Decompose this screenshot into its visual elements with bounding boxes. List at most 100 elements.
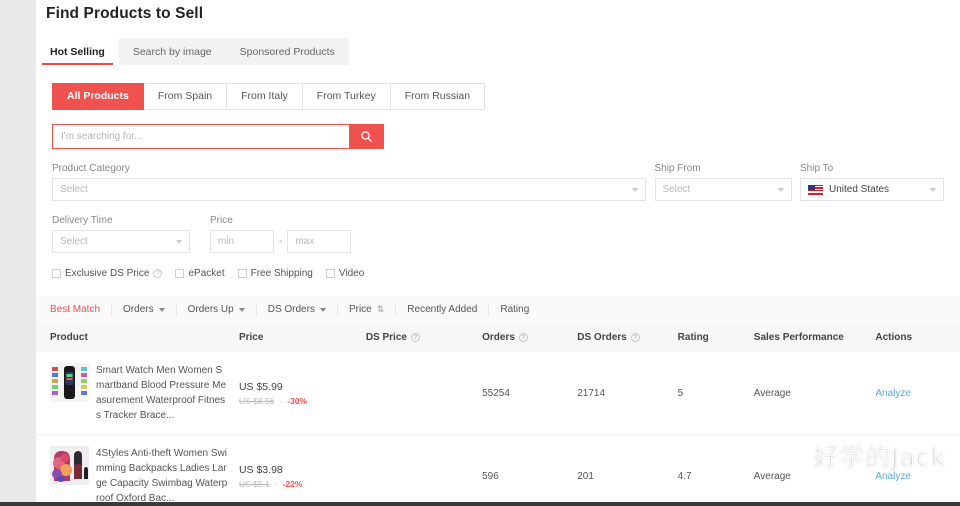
filter-checkbox-group: Exclusive DS Price ? ePacket Free Shippi… bbox=[52, 268, 944, 279]
table-row[interactable]: 4Styles Anti-theft Women Swimming Backpa… bbox=[36, 435, 960, 506]
price-dash: - bbox=[279, 396, 282, 406]
sort-orders-up-label: Orders Up bbox=[188, 304, 234, 315]
column-header-sales-performance: Sales Performance bbox=[754, 323, 876, 352]
sort-orders-label: Orders bbox=[123, 304, 154, 315]
sort-rating-label: Rating bbox=[500, 304, 529, 315]
product-title[interactable]: 4Styles Anti-theft Women Swimming Backpa… bbox=[96, 446, 228, 506]
cell-price: US $5.99 US $8.56 - -30% bbox=[239, 352, 366, 435]
info-icon[interactable]: ? bbox=[411, 333, 420, 342]
search-input-wrapper[interactable] bbox=[52, 124, 349, 149]
cell-sales-performance: Average bbox=[754, 352, 876, 435]
tab-hot-selling-label: Hot Selling bbox=[50, 46, 105, 58]
checkbox-video[interactable]: Video bbox=[326, 268, 364, 279]
checkbox-box[interactable] bbox=[238, 269, 247, 278]
country-segment-group: All Products From Spain From Italy From … bbox=[52, 83, 944, 110]
column-header-orders: Orders ? bbox=[482, 323, 577, 352]
cell-rating: 5 bbox=[678, 352, 754, 435]
filter-panel: All Products From Spain From Italy From … bbox=[36, 83, 960, 279]
sort-bar: Best Match Orders Orders Up DS Orders Pr… bbox=[36, 296, 960, 323]
analyze-link[interactable]: Analyze bbox=[875, 471, 911, 482]
price-dash: - bbox=[275, 479, 278, 489]
table-header-row: Product Price DS Price ? Orders bbox=[36, 323, 960, 352]
sort-rating[interactable]: Rating bbox=[489, 303, 540, 316]
segment-from-spain[interactable]: From Spain bbox=[144, 83, 227, 110]
checkbox-box[interactable] bbox=[52, 269, 61, 278]
product-category-select[interactable]: Select bbox=[52, 178, 646, 201]
cell-price: US $3.98 US $5.1 - -22% bbox=[239, 435, 366, 506]
price-max-input[interactable] bbox=[287, 230, 351, 253]
tab-sponsored-products[interactable]: Sponsored Products bbox=[226, 38, 349, 65]
sort-orders-up[interactable]: Orders Up bbox=[177, 303, 257, 316]
table-row[interactable]: Smart Watch Men Women Smartband Blood Pr… bbox=[36, 352, 960, 435]
sort-best-match[interactable]: Best Match bbox=[50, 303, 112, 316]
sort-recently-added[interactable]: Recently Added bbox=[396, 303, 489, 316]
checkbox-exclusive-ds-price[interactable]: Exclusive DS Price ? bbox=[52, 268, 162, 279]
smartwatch-thumbnail[interactable] bbox=[50, 363, 89, 402]
search-icon bbox=[360, 130, 373, 143]
sort-ds-orders[interactable]: DS Orders bbox=[257, 303, 338, 316]
sort-updown-icon: ⇅ bbox=[377, 304, 385, 315]
tab-bar-filler bbox=[349, 38, 960, 65]
segment-from-russian[interactable]: From Russian bbox=[391, 83, 485, 110]
analyze-link[interactable]: Analyze bbox=[875, 388, 911, 399]
checkbox-epacket[interactable]: ePacket bbox=[175, 268, 224, 279]
cell-orders: 55254 bbox=[482, 352, 577, 435]
search-input[interactable] bbox=[61, 131, 341, 142]
sort-price[interactable]: Price ⇅ bbox=[338, 303, 396, 316]
filter-row-primary: Product Category Select Ship From Select bbox=[52, 163, 944, 201]
search-button[interactable] bbox=[349, 124, 384, 149]
cell-ds-orders: 21714 bbox=[577, 352, 677, 435]
ship-to-select[interactable]: United States bbox=[800, 178, 944, 201]
sort-ds-orders-label: DS Orders bbox=[268, 304, 315, 315]
checkbox-box[interactable] bbox=[175, 269, 184, 278]
screenshot-root: Find Products to Sell Hot Selling Search… bbox=[0, 0, 960, 506]
column-header-product: Product bbox=[36, 323, 239, 352]
segment-all-products[interactable]: All Products bbox=[52, 83, 144, 110]
segment-from-turkey[interactable]: From Turkey bbox=[303, 83, 391, 110]
segment-from-italy-label: From Italy bbox=[241, 90, 288, 102]
tab-bar: Hot Selling Search by image Sponsored Pr… bbox=[36, 38, 960, 65]
product-original-price: US $5.1 bbox=[239, 479, 270, 489]
checkbox-free-shipping[interactable]: Free Shipping bbox=[238, 268, 313, 279]
product-original-price: US $8.56 bbox=[239, 396, 274, 406]
price-label: Price bbox=[210, 215, 351, 226]
segment-all-products-label: All Products bbox=[67, 90, 129, 102]
column-header-actions: Actions bbox=[875, 323, 960, 352]
info-icon[interactable]: ? bbox=[631, 333, 640, 342]
tab-hot-selling[interactable]: Hot Selling bbox=[36, 38, 119, 65]
cell-rating: 4.7 bbox=[678, 435, 754, 506]
chevron-down-icon bbox=[778, 188, 784, 192]
chevron-down-icon bbox=[632, 188, 638, 192]
checkbox-epacket-label: ePacket bbox=[188, 268, 224, 279]
ship-from-value: Select bbox=[663, 184, 691, 195]
backpack-thumbnail-image bbox=[50, 446, 89, 485]
product-discount-badge: -22% bbox=[283, 479, 303, 489]
segment-from-russian-label: From Russian bbox=[405, 90, 470, 102]
segment-from-italy[interactable]: From Italy bbox=[227, 83, 303, 110]
sort-orders[interactable]: Orders bbox=[112, 303, 177, 316]
product-title[interactable]: Smart Watch Men Women Smartband Blood Pr… bbox=[96, 363, 228, 423]
cell-sales-performance: Average bbox=[754, 435, 876, 506]
info-icon[interactable]: ? bbox=[153, 269, 162, 278]
cell-product: 4Styles Anti-theft Women Swimming Backpa… bbox=[36, 435, 239, 506]
cell-actions: Analyze bbox=[875, 352, 960, 435]
info-icon[interactable]: ? bbox=[519, 333, 528, 342]
chevron-down-icon bbox=[159, 308, 165, 312]
price-min-input[interactable] bbox=[210, 230, 274, 253]
ship-from-field: Ship From Select bbox=[655, 163, 792, 201]
cell-actions: Analyze bbox=[875, 435, 960, 506]
cell-ds-price bbox=[366, 435, 482, 506]
column-header-price: Price bbox=[239, 323, 366, 352]
delivery-time-select[interactable]: Select bbox=[52, 230, 190, 253]
cell-product: Smart Watch Men Women Smartband Blood Pr… bbox=[36, 352, 239, 435]
delivery-time-label: Delivery Time bbox=[52, 215, 190, 226]
checkbox-video-label: Video bbox=[339, 268, 364, 279]
tab-search-by-image[interactable]: Search by image bbox=[119, 38, 226, 65]
products-table: Product Price DS Price ? Orders bbox=[36, 323, 960, 506]
ship-from-select[interactable]: Select bbox=[655, 178, 792, 201]
checkbox-box[interactable] bbox=[326, 269, 335, 278]
sort-price-label: Price bbox=[349, 304, 372, 315]
delivery-time-field: Delivery Time Select bbox=[52, 215, 190, 253]
cell-orders: 596 bbox=[482, 435, 577, 506]
backpack-thumbnail[interactable] bbox=[50, 446, 89, 485]
